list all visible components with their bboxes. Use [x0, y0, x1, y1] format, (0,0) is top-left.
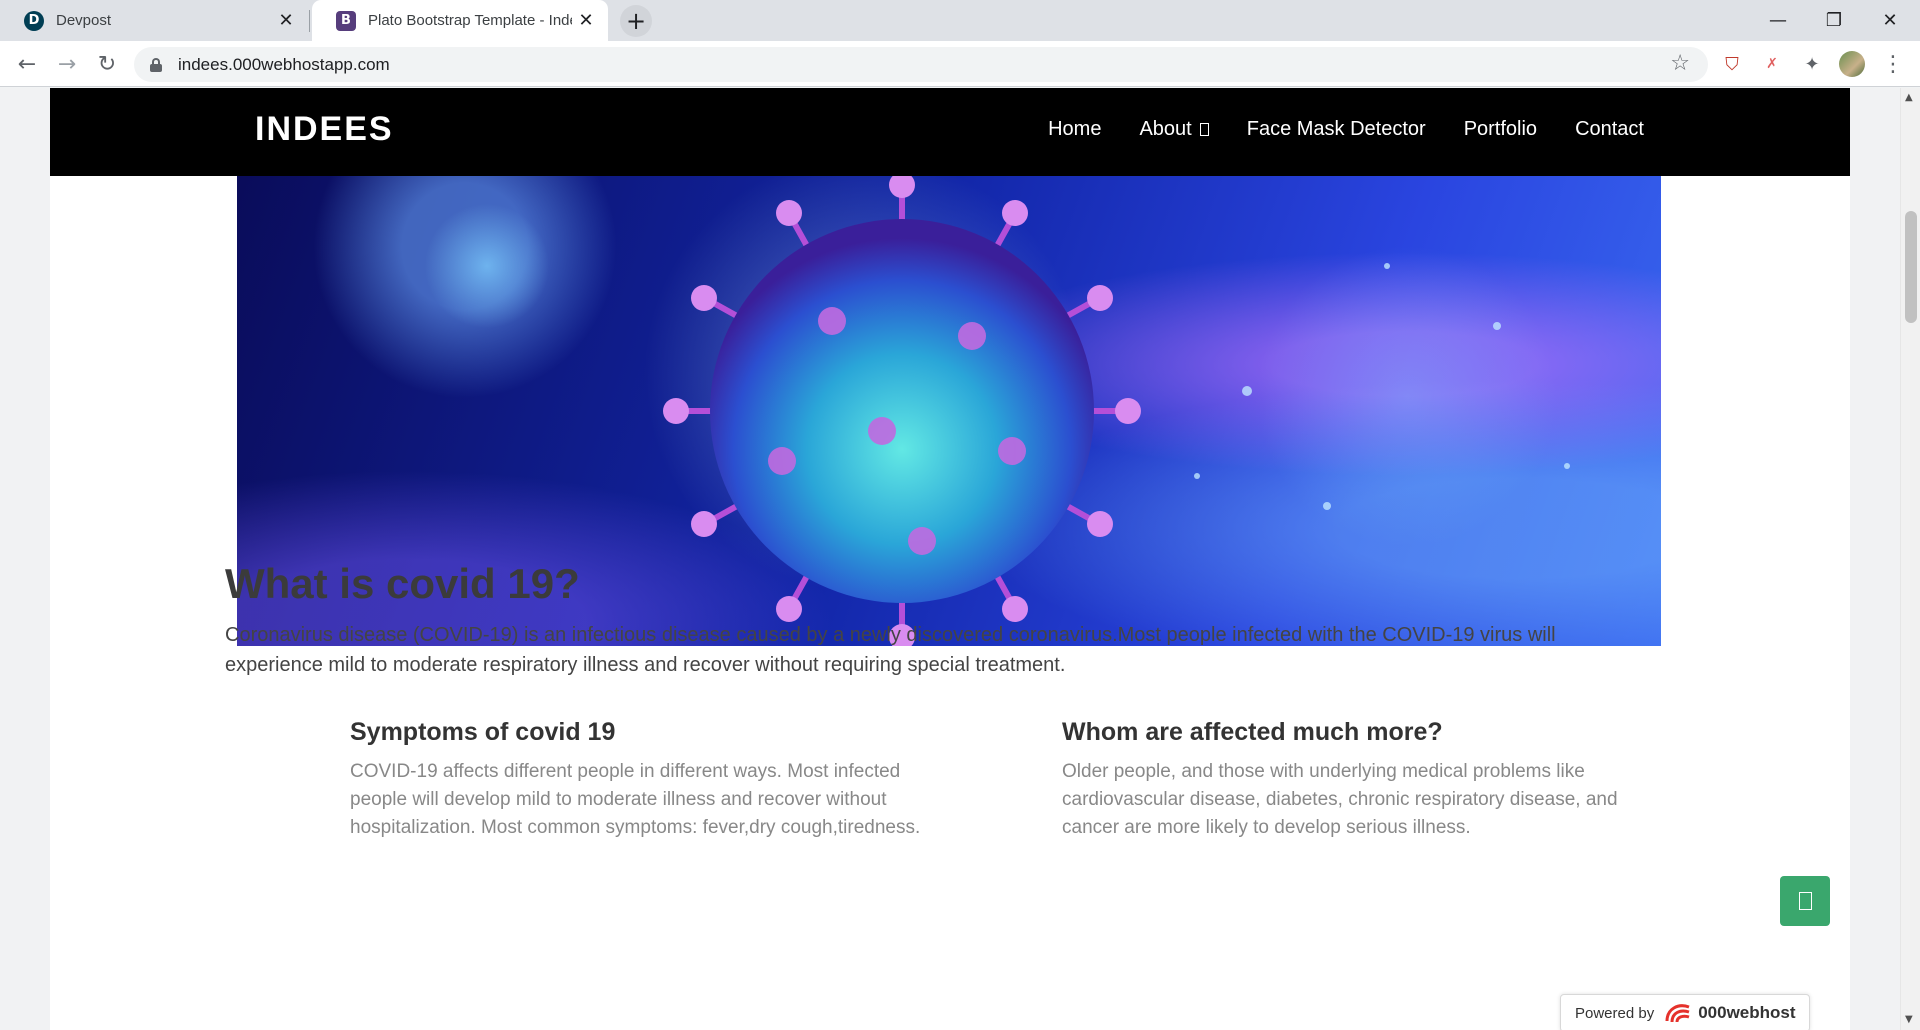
tab-divider: [309, 10, 310, 32]
dropdown-caret-icon: [1199, 123, 1209, 136]
close-tab-icon[interactable]: ✕: [572, 7, 600, 35]
pocket-extension-icon[interactable]: ⛉: [1719, 51, 1745, 77]
forward-button[interactable]: →: [50, 47, 84, 81]
nav-about-label: About: [1139, 118, 1192, 140]
000webhost-logo-icon: [1665, 1004, 1690, 1023]
tab-title: Devpost: [56, 12, 112, 29]
nav-contact[interactable]: Contact: [1575, 118, 1644, 141]
devpost-favicon-icon: D: [24, 10, 44, 31]
bootstrap-favicon-icon: B: [336, 10, 356, 31]
symptoms-text: COVID-19 affects different people in dif…: [350, 761, 921, 838]
scroll-down-icon[interactable]: ▼: [1905, 1014, 1913, 1025]
minimize-button[interactable]: —: [1750, 0, 1806, 41]
back-button[interactable]: ←: [10, 47, 44, 81]
tab-plato[interactable]: B Plato Bootstrap Template - Index ✕: [312, 0, 608, 41]
reload-button[interactable]: ↻: [90, 47, 124, 81]
symptoms-title: Symptoms of covid 19: [350, 718, 616, 746]
browser-toolbar: ← → ↻ indees.000webhostapp.com ☆ ⛉ ✗ ✦ ⋮: [0, 41, 1920, 87]
powered-by-brand: 000webhost: [1698, 1003, 1796, 1022]
affected-title: Whom are affected much more?: [1062, 718, 1443, 746]
address-bar[interactable]: indees.000webhostapp.com ☆: [134, 47, 1708, 82]
new-tab-button[interactable]: +: [620, 5, 652, 37]
close-window-button[interactable]: ✕: [1862, 0, 1918, 41]
extensions-puzzle-icon[interactable]: ✦: [1799, 51, 1825, 77]
tab-devpost[interactable]: D Devpost ✕: [0, 0, 308, 41]
powered-by-label: Powered by: [1575, 1004, 1655, 1022]
scroll-up-icon[interactable]: ▲: [1905, 92, 1913, 103]
floating-action-button[interactable]: [1780, 876, 1830, 926]
tab-title: Plato Bootstrap Template - Index: [368, 12, 572, 29]
page-scrollbar[interactable]: ▲ ▼: [1900, 88, 1920, 1030]
affected-text: Older people, and those with underlying …: [1062, 761, 1618, 838]
site-menu: Home About Face Mask Detector Portfolio …: [1048, 118, 1644, 141]
bookmark-star-icon[interactable]: ☆: [1670, 51, 1690, 76]
article-title: What is covid 19?: [225, 560, 580, 607]
scrollbar-thumb[interactable]: [1905, 211, 1917, 323]
article-lead: Coronavirus disease (COVID-19) is an inf…: [225, 624, 1556, 676]
page-viewport: INDEES Home About Face Mask Detector Por…: [0, 88, 1920, 1030]
site-navbar: INDEES Home About Face Mask Detector Por…: [50, 88, 1850, 176]
mobile-icon: [1798, 892, 1812, 910]
site-brand[interactable]: INDEES: [255, 110, 394, 149]
extension-icon[interactable]: ✗: [1759, 51, 1785, 77]
powered-by-badge[interactable]: Powered by 000webhost: [1560, 994, 1810, 1030]
page-container: INDEES Home About Face Mask Detector Por…: [50, 88, 1850, 1030]
nav-portfolio[interactable]: Portfolio: [1464, 118, 1537, 141]
close-tab-icon[interactable]: ✕: [272, 7, 300, 35]
tab-strip: D Devpost ✕ B Plato Bootstrap Template -…: [0, 0, 1920, 41]
maximize-button[interactable]: ❐: [1806, 0, 1862, 41]
nav-face-mask-detector[interactable]: Face Mask Detector: [1247, 118, 1426, 141]
lock-icon: [150, 57, 162, 72]
browser-menu-icon[interactable]: ⋮: [1880, 51, 1906, 77]
url-text[interactable]: indees.000webhostapp.com: [178, 55, 390, 75]
nav-about[interactable]: About: [1139, 118, 1209, 141]
nav-home[interactable]: Home: [1048, 118, 1101, 141]
profile-avatar[interactable]: [1839, 51, 1865, 77]
